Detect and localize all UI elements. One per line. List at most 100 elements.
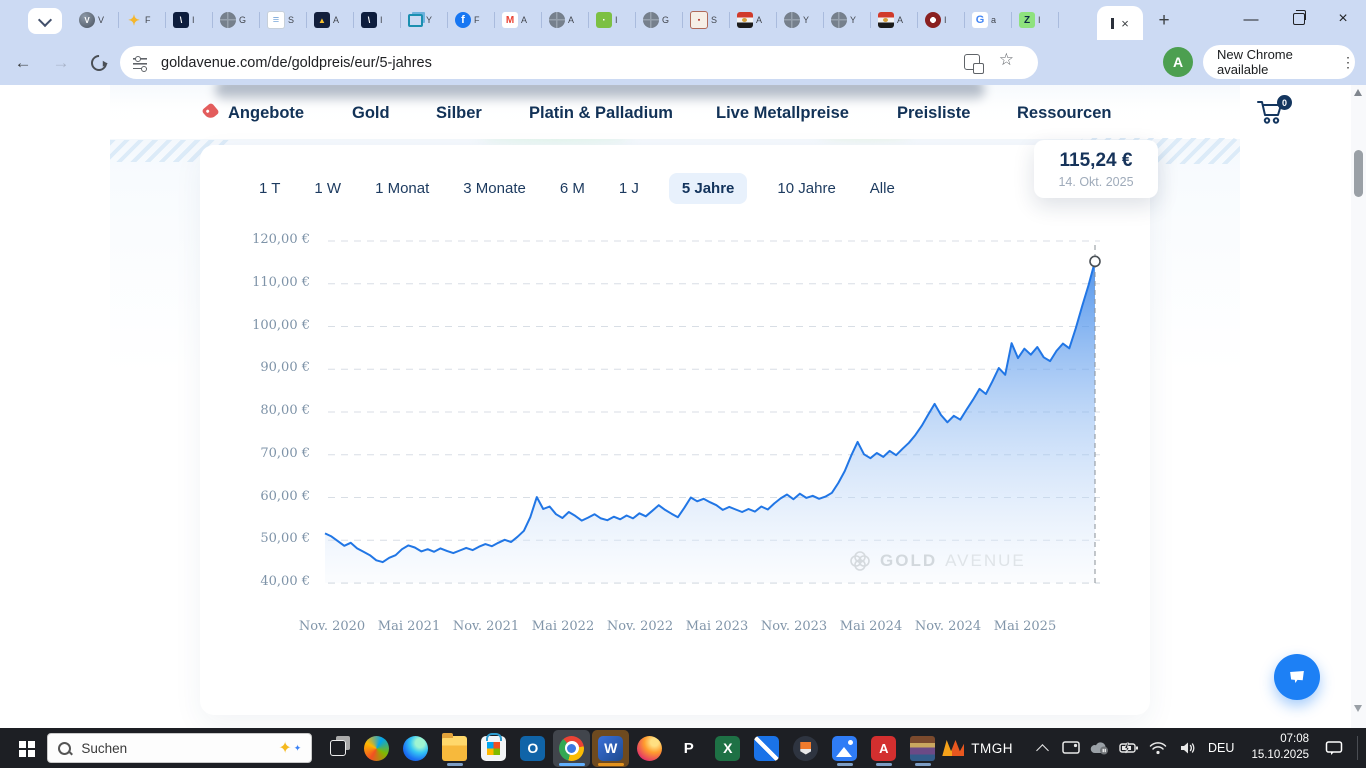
pinned-tab[interactable]: \I: [354, 0, 401, 40]
language-indicator[interactable]: DEU: [1208, 741, 1234, 755]
system-tray: TMGH DEU 07:08 15.10.2025: [942, 732, 1358, 763]
running-indicator: [915, 763, 931, 766]
site-settings-icon[interactable]: [133, 57, 149, 69]
pinned-tab[interactable]: ✦F: [119, 0, 166, 40]
volume-icon[interactable]: [1177, 737, 1197, 759]
scrollbar-thumb[interactable]: [1354, 150, 1363, 197]
forward-button[interactable]: →: [48, 50, 74, 76]
nav-item-live-metallpreise[interactable]: Live Metallpreise: [716, 104, 849, 123]
pinned-tab[interactable]: A: [730, 0, 777, 40]
target-favicon-icon: [925, 12, 941, 28]
show-desktop-button[interactable]: [1357, 736, 1358, 760]
close-tab-icon[interactable]: ×: [1121, 16, 1129, 31]
tab-title-sliver: I: [615, 15, 618, 25]
tray-expand-button[interactable]: [1032, 737, 1052, 759]
pinned-tab[interactable]: Y: [401, 0, 448, 40]
onedrive-paused-icon[interactable]: [1090, 737, 1110, 759]
store-icon: [481, 736, 506, 761]
pinned-tab[interactable]: Ga: [965, 0, 1012, 40]
chrome-taskbar-button[interactable]: [553, 730, 590, 767]
tab-search-button[interactable]: [28, 8, 62, 34]
pinned-tab[interactable]: ·I: [589, 0, 636, 40]
bookmark-star-icon[interactable]: ☆: [999, 50, 1014, 70]
photos-taskbar-button[interactable]: [826, 730, 863, 767]
firefox-taskbar-button[interactable]: [631, 730, 668, 767]
wifi-icon[interactable]: [1148, 737, 1168, 759]
pinned-tab[interactable]: Y: [824, 0, 871, 40]
update-label: New Chrome available: [1217, 47, 1333, 77]
acrobat-taskbar-button[interactable]: A: [865, 730, 902, 767]
scrollbar[interactable]: [1351, 85, 1366, 728]
taskview-taskbar-button[interactable]: [319, 730, 356, 767]
chat-widget-button[interactable]: [1274, 654, 1320, 700]
edge-taskbar-button[interactable]: [397, 730, 434, 767]
tab-title-sliver: F: [145, 15, 151, 25]
nav-item-platin-palladium[interactable]: Platin & Palladium: [529, 104, 673, 123]
greensq-favicon-icon: ·: [596, 12, 612, 28]
pinned-tab[interactable]: \I: [166, 0, 213, 40]
excel-taskbar-button[interactable]: X: [709, 730, 746, 767]
reload-button[interactable]: [86, 50, 112, 76]
nav-item-angebote[interactable]: Angebote: [228, 104, 304, 123]
pinned-tab[interactable]: A: [871, 0, 918, 40]
copilot-taskbar-button[interactable]: [358, 730, 395, 767]
pinned-tab[interactable]: VV: [72, 0, 119, 40]
store-taskbar-button[interactable]: [475, 730, 512, 767]
pinned-tab[interactable]: Y: [777, 0, 824, 40]
orb-favicon-icon: V: [79, 12, 95, 28]
powerpoint-taskbar-button[interactable]: P: [670, 730, 707, 767]
outlook-taskbar-button[interactable]: O: [514, 730, 551, 767]
chrome-update-button[interactable]: New Chrome available ⋮: [1203, 45, 1355, 79]
scroll-up-arrow[interactable]: [1354, 89, 1362, 96]
globe-favicon-icon: [784, 12, 800, 28]
winrar-taskbar-button[interactable]: [904, 730, 941, 767]
pinned-tab[interactable]: I: [918, 0, 965, 40]
pinned-tab[interactable]: G: [213, 0, 260, 40]
snip-taskbar-button[interactable]: [748, 730, 785, 767]
screen-cast-icon[interactable]: [1061, 737, 1081, 759]
y-tick-label: 90,00 €: [210, 360, 310, 375]
pinned-tab[interactable]: ZI: [1012, 0, 1059, 40]
flag-favicon-icon: [737, 12, 753, 28]
explorer-taskbar-button[interactable]: [436, 730, 473, 767]
nav-item-preisliste[interactable]: Preisliste: [897, 104, 970, 123]
pinned-tab[interactable]: A: [542, 0, 589, 40]
address-bar[interactable]: goldavenue.com/de/goldpreis/eur/5-jahres…: [120, 46, 1038, 79]
menu-dots-icon[interactable]: ⋮: [1341, 54, 1355, 71]
tray-app-tmgh[interactable]: TMGH: [942, 740, 1013, 756]
taskbar-clock[interactable]: 07:08 15.10.2025: [1251, 732, 1309, 763]
start-button[interactable]: [10, 730, 43, 766]
back-button[interactable]: ←: [10, 50, 36, 76]
pinned-tab[interactable]: G: [636, 0, 683, 40]
scroll-down-arrow[interactable]: [1354, 705, 1362, 712]
word-taskbar-button[interactable]: W: [592, 730, 629, 767]
nav-item-gold[interactable]: Gold: [352, 104, 390, 123]
taskbar-apps: O W PX A: [318, 730, 942, 767]
pinned-tab[interactable]: ▪S: [683, 0, 730, 40]
x-tick-label: Nov. 2022: [602, 619, 678, 634]
shield-taskbar-button[interactable]: [787, 730, 824, 767]
battery-icon[interactable]: [1119, 737, 1139, 759]
new-tab-button[interactable]: +: [1150, 8, 1178, 34]
taskbar-search[interactable]: Suchen ✦ ✦: [47, 733, 312, 763]
active-tab[interactable]: ×: [1097, 6, 1143, 40]
window-close-button[interactable]: ×: [1320, 0, 1366, 38]
pinned-tab[interactable]: MA: [495, 0, 542, 40]
window-minimize-button[interactable]: —: [1228, 0, 1274, 38]
pinned-tab[interactable]: fF: [448, 0, 495, 40]
pinned-tab[interactable]: ≡S: [260, 0, 307, 40]
globe-favicon-icon: [643, 12, 659, 28]
cart-button[interactable]: 0: [1256, 99, 1290, 127]
nav-item-ressourcen[interactable]: Ressourcen: [1017, 104, 1111, 123]
globe-favicon-icon: [220, 12, 236, 28]
notification-center-icon[interactable]: [1324, 737, 1344, 759]
pinned-tab[interactable]: ▲A: [307, 0, 354, 40]
tab-separator: [1058, 12, 1059, 28]
profile-avatar[interactable]: A: [1163, 47, 1193, 77]
translate-icon[interactable]: [964, 54, 980, 70]
url-text[interactable]: goldavenue.com/de/goldpreis/eur/5-jahres: [161, 55, 432, 71]
tab-title-sliver: G: [239, 15, 246, 25]
x-tick-label: Mai 2021: [371, 619, 447, 634]
nav-item-silber[interactable]: Silber: [436, 104, 482, 123]
window-restore-button[interactable]: [1276, 0, 1322, 38]
